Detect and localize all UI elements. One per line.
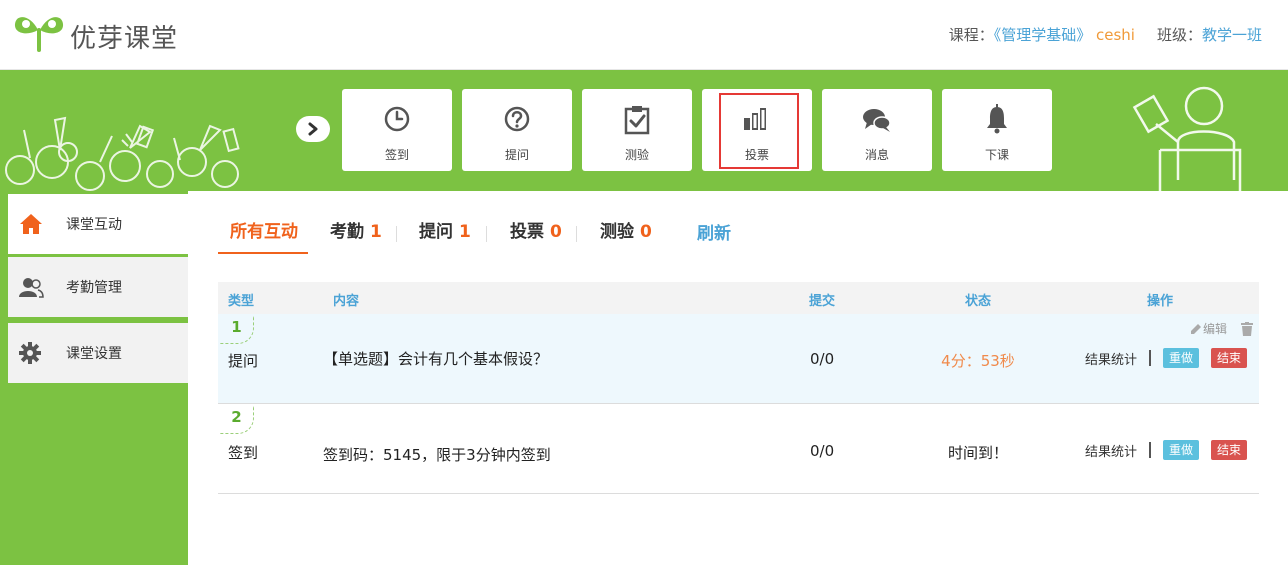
gear-icon: [19, 342, 41, 364]
ops-divider: [1148, 442, 1151, 458]
row-type: 提问: [228, 352, 259, 370]
row-content: 签到码：5145，限于3分钟内签到: [323, 446, 551, 464]
tab-divider: [576, 226, 577, 242]
tool-band: 签到 提问 测验 投票 消息 下课: [0, 70, 1288, 191]
tool-label: 提问: [504, 148, 529, 162]
tool-label: 消息: [864, 148, 889, 162]
row-content: 【单选题】会计有几个基本假设？: [323, 350, 549, 368]
redo-button[interactable]: 重做: [1162, 440, 1199, 460]
header-submit: 提交: [809, 294, 836, 309]
tab-divider: [486, 226, 487, 242]
sidebar-item-label: 课堂互动: [66, 217, 122, 233]
tab-label: 投票: [510, 222, 544, 242]
tool-checkin-button[interactable]: 签到: [342, 89, 452, 171]
header-content: 内容: [333, 294, 360, 309]
tab-question[interactable]: 提问 1: [419, 214, 471, 254]
clipboard-check-icon: [624, 106, 650, 135]
result-stats-link[interactable]: 结果统计: [1085, 349, 1137, 368]
tab-count: 0: [550, 222, 562, 242]
header-ops: 操作: [1147, 294, 1174, 309]
tab-quiz[interactable]: 测验 0: [600, 214, 652, 254]
tab-attendance[interactable]: 考勤 1: [330, 214, 382, 254]
row-number: 2: [220, 406, 254, 434]
row-ops: 结果统计 重做 结束: [1085, 348, 1247, 368]
app-logo-text: 优芽课堂: [70, 24, 179, 54]
table-row: 1 编辑 提问 【单选题】会计有几个基本假设？ 0/0 4分：53秒 结果统计 …: [218, 314, 1259, 404]
row-ops: 结果统计 重做 结束: [1085, 440, 1247, 460]
interaction-table: 类型 内容 提交 状态 操作 1 编辑 提问 【单选题】会计有几个基本假设？ 0…: [218, 282, 1259, 494]
tool-label: 测验: [624, 148, 649, 162]
tab-label: 测验: [600, 222, 634, 242]
tool-label: 投票: [744, 148, 769, 162]
tool-quiz-button[interactable]: 测验: [582, 89, 692, 171]
trash-icon[interactable]: [1241, 321, 1253, 336]
edit-label: 编辑: [1202, 322, 1227, 336]
users-icon: [19, 278, 44, 298]
top-header: 优芽课堂 课程：《管理学基础》 ceshi 班级：教学一班: [0, 0, 1288, 70]
tab-label: 考勤: [330, 222, 364, 242]
chat-bubbles-icon: [863, 109, 891, 132]
sidebar-item-classroom-interaction[interactable]: 课堂互动: [8, 194, 188, 254]
bell-icon: [987, 104, 1007, 134]
refresh-link[interactable]: 刷新: [697, 214, 731, 254]
row-submit-count: 0/0: [810, 350, 835, 368]
row-submit-count: 0/0: [810, 442, 835, 460]
app-logo[interactable]: 优芽课堂: [12, 8, 212, 58]
pencil-icon: [1190, 323, 1201, 334]
chevron-right-icon: [308, 122, 318, 136]
end-button[interactable]: 结束: [1210, 440, 1247, 460]
edit-button[interactable]: 编辑: [1189, 320, 1227, 337]
header-type: 类型: [228, 294, 255, 309]
ops-divider: [1148, 350, 1151, 366]
sidebar-item-label: 考勤管理: [66, 280, 122, 296]
tool-message-button[interactable]: 消息: [822, 89, 932, 171]
tool-end-class-button[interactable]: 下课: [942, 89, 1052, 171]
row-status-timer: 4分：53秒: [941, 352, 1015, 370]
course-name-link[interactable]: 《管理学基础》: [994, 26, 1092, 44]
expand-toolbar-button[interactable]: [296, 116, 330, 142]
row-number: 1: [220, 316, 254, 344]
home-icon: [20, 214, 42, 234]
redo-button[interactable]: 重做: [1162, 348, 1199, 368]
tab-all-interactions[interactable]: 所有互动: [218, 214, 308, 254]
tab-label: 所有互动: [230, 222, 298, 242]
clock-icon: [384, 106, 410, 132]
tab-label: 提问: [419, 222, 453, 242]
tab-vote[interactable]: 投票 0: [510, 214, 562, 254]
row-type: 签到: [228, 444, 259, 462]
course-user: ceshi: [1096, 26, 1135, 44]
interaction-tabs: 所有互动 考勤 1 提问 1 投票 0 测验 0 刷新: [218, 214, 1258, 256]
result-stats-link[interactable]: 结果统计: [1085, 441, 1137, 460]
sidebar-item-settings[interactable]: 课堂设置: [8, 323, 188, 383]
tool-question-button[interactable]: 提问: [462, 89, 572, 171]
sidebar: 课堂互动 考勤管理 课堂设置: [0, 191, 188, 565]
sidebar-item-attendance[interactable]: 考勤管理: [8, 257, 188, 317]
tab-divider: [396, 226, 397, 242]
header-status: 状态: [965, 294, 992, 309]
tool-label: 签到: [384, 148, 409, 162]
crowd-illustration: [5, 116, 240, 191]
tab-count: 1: [459, 222, 471, 242]
end-button[interactable]: 结束: [1210, 348, 1247, 368]
tab-count: 0: [640, 222, 652, 242]
course-info: 课程：《管理学基础》 ceshi 班级：教学一班: [949, 24, 1262, 45]
tool-label: 下课: [984, 148, 1009, 162]
class-name-link[interactable]: 教学一班: [1202, 26, 1262, 44]
row-status: 时间到！: [947, 444, 1008, 462]
tool-vote-button[interactable]: 投票: [702, 89, 812, 171]
bar-chart-icon: [744, 108, 766, 130]
teacher-illustration: [1132, 86, 1242, 191]
tab-count: 1: [370, 222, 382, 242]
row-tools: 编辑: [1189, 320, 1253, 337]
sidebar-item-label: 课堂设置: [66, 346, 122, 362]
question-icon: [504, 106, 530, 132]
table-header: 类型 内容 提交 状态 操作: [218, 282, 1259, 314]
class-label: 班级：: [1156, 26, 1202, 44]
sprout-logo-icon: [14, 17, 64, 52]
table-row: 2 签到 签到码：5145，限于3分钟内签到 0/0 时间到！ 结果统计 重做 …: [218, 404, 1259, 494]
course-label: 课程：: [948, 26, 994, 44]
